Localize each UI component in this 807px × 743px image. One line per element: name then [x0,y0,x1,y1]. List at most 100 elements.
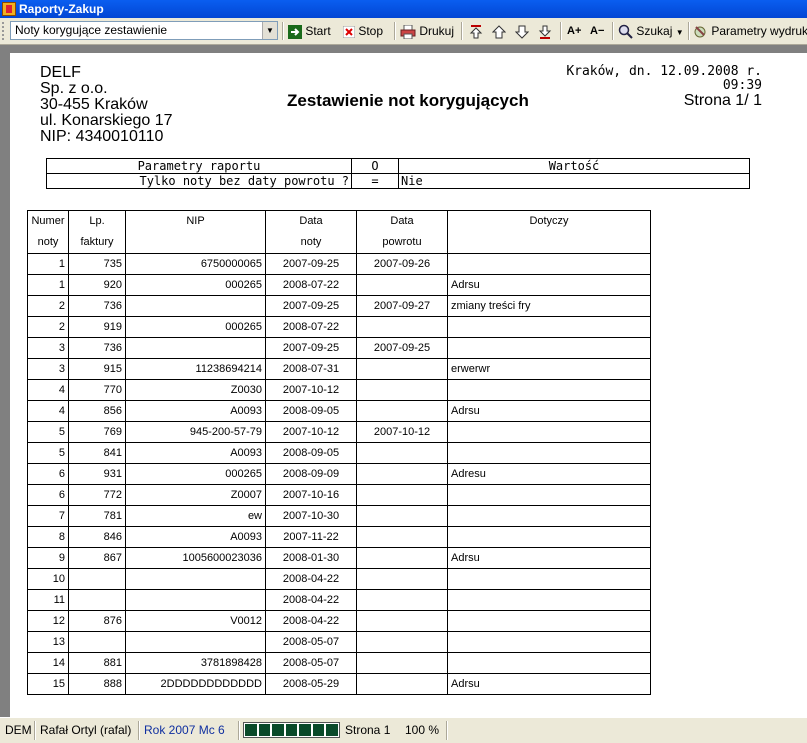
table-cell: 2DDDDDDDDDDDD [125,673,266,695]
table-row: 5 769 945-200-57-79 2007-10-12 2007-10-12 [27,421,651,443]
table-cell: 1 [27,274,69,296]
table-row: 4 856 A0093 2008-09-05 Adrsu [27,400,651,422]
table-row: 3 736 2007-09-25 2007-09-25 [27,337,651,359]
params-row: Tylko noty bez daty powrotu ? = Nie [46,173,750,189]
table-cell: 736 [68,337,126,359]
params-header-row: Parametry raportu O Wartość [46,158,750,174]
table-cell: 11 [27,589,69,611]
table-cell [356,589,448,611]
preview-area[interactable]: DELF Sp. z o.o. 30-455 Kraków ul. Konars… [0,45,807,717]
table-cell: A0093 [125,400,266,422]
status-separator [138,721,140,740]
status-bar: DEM Rafał Ortyl (rafal) Rok 2007 Mc 6 St… [0,717,807,743]
table-cell: 2007-09-25 [265,253,357,275]
table-cell: 2 [27,316,69,338]
table-cell: 735 [68,253,126,275]
table-cell [447,526,651,548]
print-button[interactable]: Drukuj [400,21,454,41]
prev-page-button[interactable] [491,21,507,41]
table-cell: 5 [27,442,69,464]
toolbar-grip[interactable] [2,22,7,40]
table-cell [356,400,448,422]
table-cell: 2007-09-27 [356,295,448,317]
table-cell: 6750000065 [125,253,266,275]
column-header: Lp. faktury [68,210,126,254]
table-cell [125,568,266,590]
table-cell [447,652,651,674]
zoom-out-button[interactable]: A− [590,21,604,41]
table-row: 13 2008-05-07 [27,631,651,653]
status-db: DEM [5,723,32,737]
table-cell: 931 [68,463,126,485]
table-cell [356,547,448,569]
next-page-button[interactable] [514,21,530,41]
notes-table: Numer noty Lp. faktury NIP Data noty Data po… [27,210,651,695]
arrow-up-icon [491,25,507,39]
toolbar-separator [282,22,284,40]
start-button[interactable]: Start [288,21,331,41]
zoom-in-button[interactable]: A+ [567,21,581,41]
table-cell: Adrsu [447,673,651,695]
table-row: 2 919 000265 2008-07-22 [27,316,651,338]
table-cell [356,568,448,590]
table-row: 12 876 V0012 2008-04-22 [27,610,651,632]
table-row: 9 867 1005600023036 2008-01-30 Adrsu [27,547,651,569]
company-line: 30-455 Kraków [40,96,148,113]
table-header-row: Numer noty Lp. faktury NIP Data noty Data po… [27,210,651,254]
report-select-value: Noty korygujące zestawienie [15,23,168,37]
table-cell: 856 [68,400,126,422]
table-cell: 2008-09-05 [265,400,357,422]
table-cell: 772 [68,484,126,506]
table-cell [356,358,448,380]
table-cell: 8 [27,526,69,548]
chevron-down-icon[interactable]: ▼ [676,28,684,37]
table-cell [447,253,651,275]
params-cell: Nie [398,173,750,189]
table-row: 2 736 2007-09-25 2007-09-27 zmiany treści fr… [27,295,651,317]
table-row: 1 920 000265 2008-07-22 Adrsu [27,274,651,296]
params-table: Parametry raportu O Wartość Tylko noty b… [46,158,750,189]
table-cell: V0012 [125,610,266,632]
status-separator [34,721,36,740]
search-button[interactable]: Szukaj ▼ [618,21,684,41]
table-cell: 3 [27,337,69,359]
table-cell: 000265 [125,463,266,485]
table-row: 6 772 Z0007 2007-10-16 [27,484,651,506]
table-cell: 2007-09-26 [356,253,448,275]
table-cell: 1005600023036 [125,547,266,569]
first-page-button[interactable] [469,21,483,41]
table-cell [447,589,651,611]
status-user: Rafał Ortyl (rafal) [40,723,132,737]
table-cell: 888 [68,673,126,695]
column-header: NIP [125,210,266,254]
report-date: Kraków, dn. 12.09.2008 r. 09:39 [566,65,762,93]
last-page-button[interactable] [538,21,552,41]
table-row: 10 2008-04-22 [27,568,651,590]
company-line: NIP: 4340010110 [40,128,164,145]
stop-button[interactable]: Stop [342,21,383,41]
status-period: Rok 2007 Mc 6 [144,723,225,737]
table-cell [447,337,651,359]
report-select[interactable]: Noty korygujące zestawienie ▼ [10,21,278,40]
report-page: DELF Sp. z o.o. 30-455 Kraków ul. Konars… [10,53,807,717]
table-cell: 3 [27,358,69,380]
print-params-button[interactable]: Parametry wydruku [693,21,807,41]
table-cell [125,295,266,317]
table-cell: 915 [68,358,126,380]
chevron-down-icon[interactable]: ▼ [262,22,277,39]
column-header: Dotyczy [447,210,651,254]
table-cell: 3781898428 [125,652,266,674]
table-cell: 5 [27,421,69,443]
table-cell: 4 [27,400,69,422]
table-cell: 12 [27,610,69,632]
column-header: Data powrotu [356,210,448,254]
table-row: 6 931 000265 2008-09-09 Adresu [27,463,651,485]
table-row: 1 735 6750000065 2007-09-25 2007-09-26 [27,253,651,275]
table-cell [356,316,448,338]
progress-segment [326,724,339,736]
table-cell: 781 [68,505,126,527]
table-cell [356,610,448,632]
table-cell: 2008-04-22 [265,610,357,632]
table-cell: 769 [68,421,126,443]
table-row: 3 915 11238694214 2008-07-31 erwerwr [27,358,651,380]
